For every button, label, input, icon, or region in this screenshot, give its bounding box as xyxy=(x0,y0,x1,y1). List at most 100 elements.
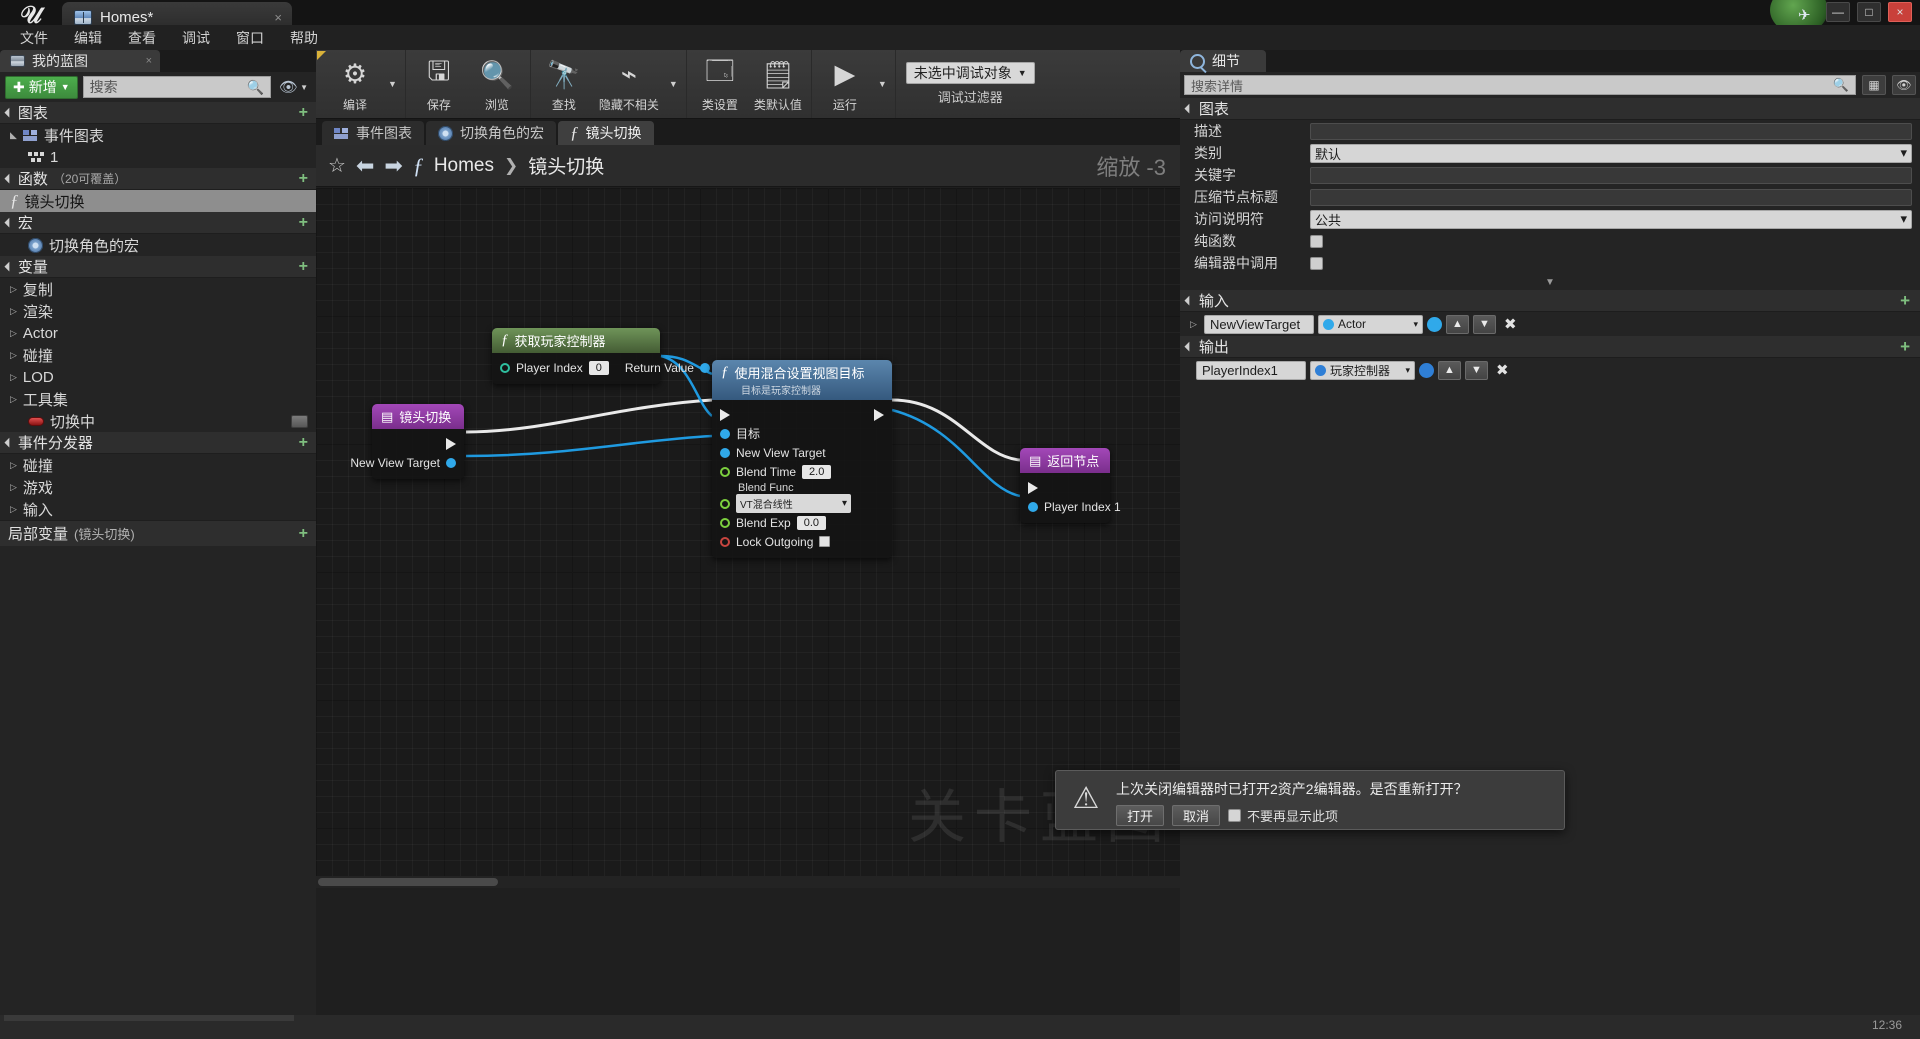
tree-item-macro-character-switch[interactable]: 切换角色的宏 xyxy=(0,234,316,256)
blueprint-graph-canvas[interactable]: ▤ 镜头切换 New View Target ƒ 获取玩家控制器 Player … xyxy=(316,188,1180,888)
add-variable-button[interactable]: + xyxy=(299,258,308,276)
node-return[interactable]: ▤ 返回节点 Player Index 1 xyxy=(1020,448,1121,523)
section-macros[interactable]: ◣ 宏 + xyxy=(0,212,316,234)
chevron-right-icon[interactable]: ▷ xyxy=(10,328,17,339)
output-type-select[interactable]: 玩家控制器 ▾ xyxy=(1310,360,1415,380)
tab-camera-switch[interactable]: ƒ 镜头切换 xyxy=(558,121,654,145)
node-get-player-controller[interactable]: ƒ 获取玩家控制器 Player Index 0 Return Value xyxy=(492,328,710,384)
browse-button[interactable]: 🔍 浏览 xyxy=(468,50,526,118)
add-local-variable-button[interactable]: + xyxy=(299,525,308,543)
pin-lock-outgoing-in[interactable]: Lock Outgoing xyxy=(712,532,892,551)
remove-output-button[interactable]: ✖ xyxy=(1492,361,1513,379)
class-settings-button[interactable]: 🗔 类设置 xyxy=(691,50,749,118)
tab-details[interactable]: 细节 xyxy=(1180,50,1266,72)
chevron-right-icon[interactable]: ▷ xyxy=(10,350,17,361)
add-function-button[interactable]: + xyxy=(299,170,308,188)
details-search-input[interactable]: 搜索详情 🔍 xyxy=(1184,75,1856,95)
chevron-right-icon[interactable]: ▷ xyxy=(10,306,17,317)
chevron-right-icon[interactable]: ▷ xyxy=(1190,319,1200,330)
node-function-entry[interactable]: ▤ 镜头切换 New View Target xyxy=(350,404,464,479)
pin-player-index-1-in[interactable]: Player Index 1 xyxy=(1020,497,1121,516)
tree-item-var-actor[interactable]: ▷ Actor xyxy=(0,322,316,344)
section-variables[interactable]: ◣ 变量 + xyxy=(0,256,316,278)
back-arrow-icon[interactable]: ⬅ xyxy=(356,153,374,179)
add-new-button[interactable]: ✚ 新增 ▼ xyxy=(5,75,78,99)
pin-exec-out[interactable] xyxy=(372,434,464,453)
visibility-toggle[interactable]: 👁 ▼ xyxy=(276,78,311,96)
move-input-up-button[interactable]: ▲ xyxy=(1446,314,1469,334)
compile-button[interactable]: ⚙ 编译 xyxy=(326,50,384,118)
output-pin-indicator[interactable] xyxy=(1419,362,1434,378)
pin-exec-row[interactable] xyxy=(712,405,892,424)
move-output-down-button[interactable]: ▼ xyxy=(1465,360,1488,380)
tree-item-function-camera-switch[interactable]: ƒ 镜头切换 xyxy=(0,190,316,212)
pin-blend-func-in[interactable]: VT混合线性 ▾ xyxy=(712,494,892,513)
cancel-button[interactable]: 取消 xyxy=(1172,805,1221,826)
save-button[interactable]: 🖫 保存 xyxy=(410,50,468,118)
hide-unrelated-caret[interactable]: ▼ xyxy=(665,50,682,118)
search-icon[interactable]: 🔍 xyxy=(247,79,264,96)
scrollbar-thumb[interactable] xyxy=(318,878,498,886)
add-input-button[interactable]: + xyxy=(1900,291,1910,311)
add-dispatcher-button[interactable]: + xyxy=(299,434,308,452)
tree-item-var-replication[interactable]: ▷ 复制 xyxy=(0,278,316,300)
maximize-button[interactable]: □ xyxy=(1857,2,1881,22)
tree-item-var-collision[interactable]: ▷ 碰撞 xyxy=(0,344,316,366)
blend-time-value[interactable]: 2.0 xyxy=(802,464,832,479)
find-button[interactable]: 🔭 查找 xyxy=(535,50,593,118)
blend-func-select[interactable]: VT混合线性 ▾ xyxy=(736,494,851,513)
menu-item-window[interactable]: 窗口 xyxy=(224,25,276,51)
player-index-value[interactable]: 0 xyxy=(588,360,609,375)
pin-blend-time-in[interactable]: Blend Time 2.0 xyxy=(712,462,892,481)
tree-item-var-lod[interactable]: ▷ LOD xyxy=(0,366,316,388)
menu-item-view[interactable]: 查看 xyxy=(116,25,168,51)
chevron-right-icon[interactable]: ▷ xyxy=(10,372,17,383)
pin-exec-in[interactable] xyxy=(1020,478,1110,497)
keywords-input[interactable] xyxy=(1310,166,1912,184)
menu-item-debug[interactable]: 调试 xyxy=(170,25,222,51)
tab-macro-character-switch[interactable]: 切换角色的宏 xyxy=(426,121,556,145)
dont-show-again-checkbox[interactable] xyxy=(1228,809,1242,822)
tree-item-var-toolset[interactable]: ▷ 工具集 xyxy=(0,388,316,410)
close-icon[interactable]: × xyxy=(274,10,282,25)
node-set-view-target-with-blend[interactable]: ƒ 使用混合设置视图目标 目标是玩家控制器 目标 New View Target… xyxy=(712,360,892,558)
menu-item-file[interactable]: 文件 xyxy=(8,25,60,51)
pin-target-in[interactable]: 目标 xyxy=(712,424,892,443)
section-graphs[interactable]: ◣ 图表 + xyxy=(0,102,316,124)
search-icon[interactable]: 🔍 xyxy=(1833,77,1849,93)
menu-item-edit[interactable]: 编辑 xyxy=(62,25,114,51)
window-close-button[interactable]: × xyxy=(1888,2,1912,22)
minimize-button[interactable]: — xyxy=(1826,2,1850,22)
tree-item-graph-1[interactable]: 1 xyxy=(0,146,316,168)
lock-outgoing-checkbox[interactable] xyxy=(819,536,831,547)
details-collapse-toggle[interactable]: ▼ xyxy=(1180,274,1920,290)
pin-return-value-out[interactable]: Return Value xyxy=(617,358,718,377)
chevron-right-icon[interactable]: ▷ xyxy=(10,284,17,295)
compact-title-input[interactable] xyxy=(1310,188,1912,206)
close-icon[interactable]: × xyxy=(146,55,152,67)
input-type-select[interactable]: Actor ▾ xyxy=(1318,314,1423,334)
pin-blend-exp-in[interactable]: Blend Exp 0.0 xyxy=(712,513,892,532)
tab-event-graph[interactable]: 事件图表 xyxy=(322,121,424,145)
compile-options-caret[interactable]: ▼ xyxy=(384,50,401,118)
input-pin-indicator[interactable] xyxy=(1427,316,1442,332)
tree-item-var-switching[interactable]: 切换中 xyxy=(0,410,316,432)
pin-new-view-target-out[interactable]: New View Target xyxy=(350,453,464,472)
class-defaults-button[interactable]: 🗒 类默认值 xyxy=(749,50,807,118)
tree-item-disp-game[interactable]: ▷ 游戏 xyxy=(0,476,316,498)
access-specifier-select[interactable]: 公共 ▾ xyxy=(1310,209,1912,229)
move-output-up-button[interactable]: ▲ xyxy=(1438,360,1461,380)
pin-new-view-target-in[interactable]: New View Target xyxy=(712,443,892,462)
canvas-horizontal-scrollbar[interactable] xyxy=(316,876,1180,888)
details-section-inputs[interactable]: ◣ 输入 + xyxy=(1180,290,1920,312)
eye-icon[interactable]: 👁 xyxy=(1892,75,1916,95)
call-in-editor-checkbox[interactable] xyxy=(1310,256,1323,270)
chevron-right-icon[interactable]: ▷ xyxy=(10,460,17,471)
section-event-dispatchers[interactable]: ◣ 事件分发器 + xyxy=(0,432,316,454)
pin-player-index-in[interactable]: Player Index 0 xyxy=(492,358,617,377)
tree-item-event-graph[interactable]: ◣ 事件图表 xyxy=(0,124,316,146)
breadcrumb-root[interactable]: Homes xyxy=(434,155,494,177)
add-graph-button[interactable]: + xyxy=(299,104,308,122)
chevron-right-icon[interactable]: ▷ xyxy=(10,482,17,493)
breadcrumb-current[interactable]: 镜头切换 xyxy=(528,152,604,179)
